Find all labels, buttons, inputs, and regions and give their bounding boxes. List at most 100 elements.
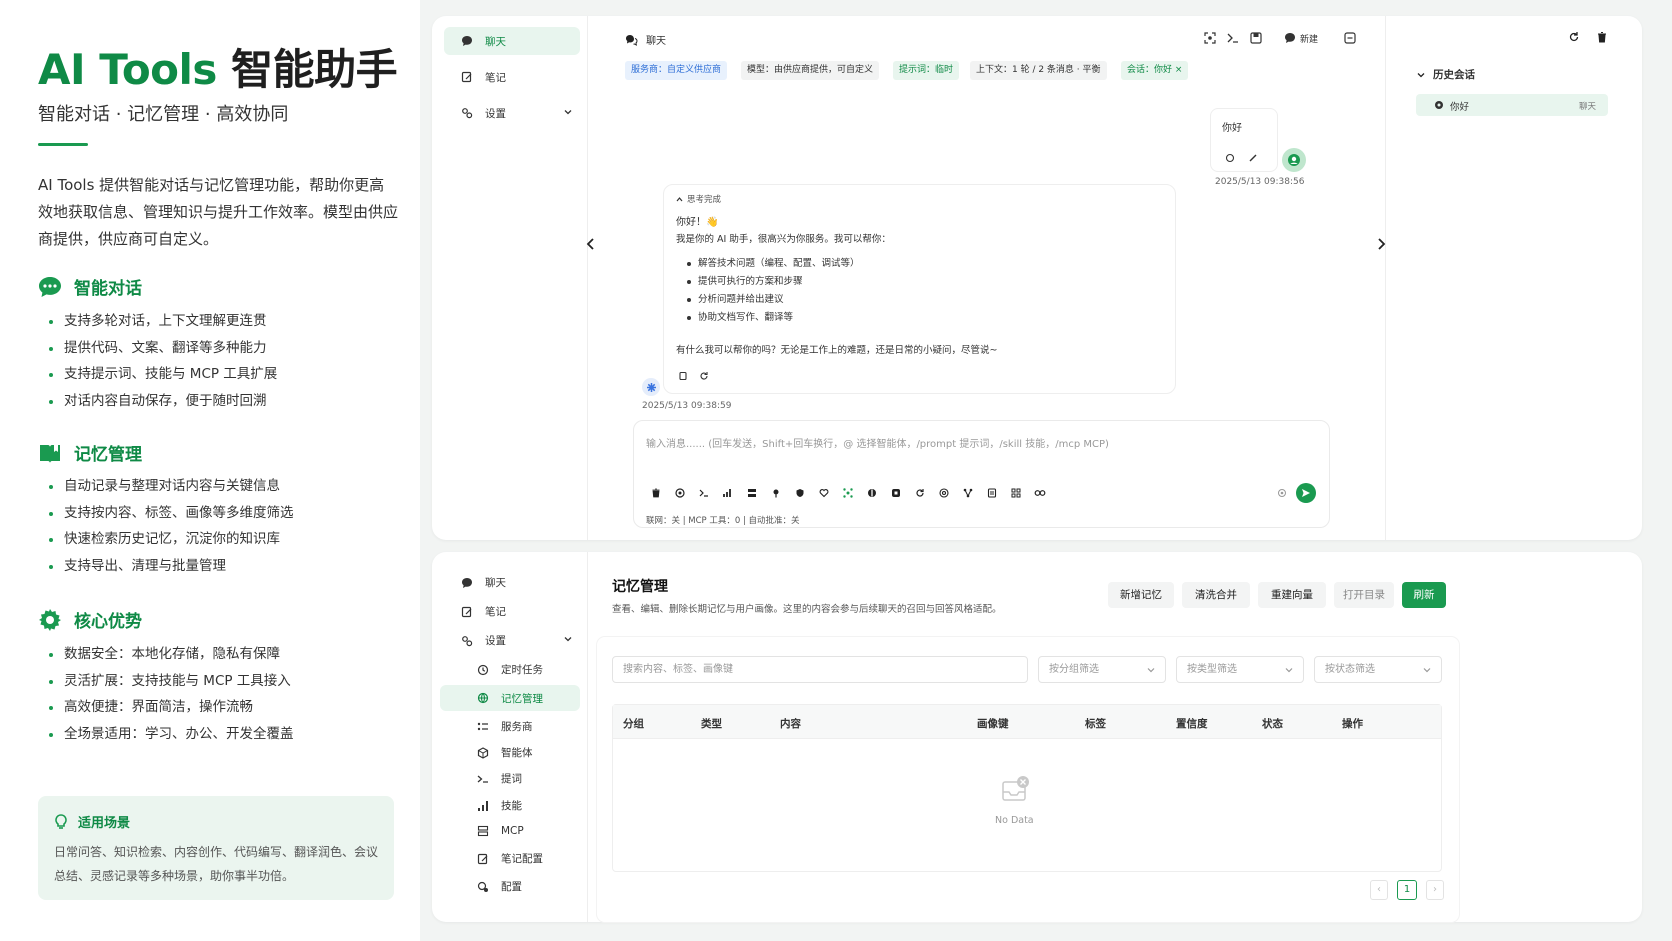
toggle-icon[interactable] bbox=[866, 487, 878, 499]
refresh-icon[interactable] bbox=[914, 487, 926, 499]
nav-settings[interactable]: 设置 bbox=[460, 106, 572, 120]
status-line: 联网：关 | MCP 工具：0 | 自动批准：关 bbox=[646, 516, 800, 526]
nav-prompt[interactable]: 提词 bbox=[476, 771, 522, 786]
nav-scheduled[interactable]: 定时任务 bbox=[476, 662, 543, 677]
target-icon[interactable] bbox=[938, 487, 950, 499]
nav-memory[interactable]: 记忆管理 bbox=[440, 685, 580, 711]
refresh-icon[interactable] bbox=[1568, 31, 1580, 43]
terminal-button[interactable] bbox=[1227, 30, 1239, 46]
next-page-button[interactable]: › bbox=[1426, 880, 1444, 900]
list-item: 提供可执行的方案和步骤 bbox=[687, 273, 860, 291]
send-button[interactable] bbox=[1296, 483, 1316, 503]
tag-prompt[interactable]: 提示词：临时 bbox=[893, 61, 960, 80]
network-icon[interactable] bbox=[842, 487, 854, 499]
minimize-button[interactable] bbox=[1344, 30, 1356, 46]
group-filter-select[interactable]: 按分组筛选 bbox=[1038, 656, 1166, 683]
new-chat-button[interactable]: 新建 bbox=[1284, 30, 1318, 46]
rebuild-vector-button[interactable]: 重建向量 bbox=[1258, 582, 1326, 608]
message-input-box[interactable]: 输入消息...... (回车发送，Shift+回车换行，@ 选择智能体，/pro… bbox=[633, 420, 1330, 528]
settings-icon bbox=[460, 107, 473, 120]
tag-model[interactable]: 模型：由供应商提供，可自定义 bbox=[741, 61, 880, 80]
status-filter-select[interactable]: 按状态筛选 bbox=[1314, 656, 1442, 683]
nav-note-config[interactable]: 笔记配置 bbox=[476, 851, 543, 866]
nav-mcp[interactable]: MCP bbox=[476, 824, 524, 837]
nav-notes[interactable]: 笔记 bbox=[460, 604, 506, 619]
document-icon[interactable] bbox=[986, 487, 998, 499]
settings-dot-icon[interactable] bbox=[1276, 487, 1288, 499]
user-message-time: 2025/5/13 09:38:56 bbox=[1215, 177, 1305, 187]
chevron-right-icon[interactable] bbox=[1376, 238, 1386, 250]
copy-icon[interactable] bbox=[1225, 153, 1235, 163]
clean-merge-button[interactable]: 清洗合并 bbox=[1182, 582, 1250, 608]
stop-icon[interactable] bbox=[890, 487, 902, 499]
search-input[interactable]: 搜索内容、标签、画像键 bbox=[612, 656, 1028, 683]
add-memory-button[interactable]: 新增记忆 bbox=[1108, 582, 1174, 608]
list-item: 协助文档写作、翻译等 bbox=[687, 309, 860, 327]
type-filter-select[interactable]: 按类型筛选 bbox=[1176, 656, 1304, 683]
close-icon[interactable]: × bbox=[1175, 65, 1183, 75]
ai-intro: 我是你的 AI 助手，很高兴为你服务。我可以帮你： bbox=[676, 234, 891, 245]
chevron-left-icon[interactable] bbox=[586, 238, 596, 250]
regenerate-icon[interactable] bbox=[699, 371, 709, 381]
ai-capability-list: 解答技术问题（编程、配置、调试等） 提供可执行的方案和步骤 分析问题并给出建议 … bbox=[687, 255, 860, 327]
nav-provider[interactable]: 服务商 bbox=[476, 719, 533, 734]
memory-title: 记忆管理 bbox=[612, 579, 668, 595]
heart-icon[interactable] bbox=[818, 487, 830, 499]
scan-button[interactable] bbox=[1204, 30, 1216, 46]
user-icon bbox=[1288, 154, 1300, 166]
edit-icon[interactable] bbox=[1248, 153, 1258, 163]
column-header: 类型 bbox=[701, 718, 722, 730]
chart-icon[interactable] bbox=[722, 487, 734, 499]
nav-divider bbox=[587, 552, 588, 922]
nav-chat[interactable]: 聊天 bbox=[444, 27, 580, 55]
chevron-down-icon bbox=[564, 108, 572, 116]
nav-chat[interactable]: 聊天 bbox=[460, 575, 506, 590]
nodes-icon[interactable] bbox=[962, 487, 974, 499]
grid-icon[interactable] bbox=[1010, 487, 1022, 499]
open-directory-button[interactable]: 打开目录 bbox=[1334, 582, 1394, 608]
tag-context[interactable]: 上下文：1 轮 / 2 条消息 · 平衡 bbox=[970, 61, 1107, 80]
terminal-icon[interactable] bbox=[698, 487, 710, 499]
page-1-button[interactable]: 1 bbox=[1397, 880, 1417, 900]
history-heading[interactable]: 历史会话 bbox=[1417, 67, 1475, 82]
ai-message-bubble: 思考完成 你好！👋 我是你的 AI 助手，很高兴为你服务。我可以帮你： 解答技术… bbox=[663, 184, 1176, 394]
page-subtitle: 智能对话 · 记忆管理 · 高效协同 bbox=[38, 104, 289, 125]
nav-settings[interactable]: 设置 bbox=[460, 633, 572, 648]
agent-icon[interactable] bbox=[674, 487, 686, 499]
server-icon[interactable] bbox=[746, 487, 758, 499]
nav-agent[interactable]: 智能体 bbox=[476, 745, 533, 760]
intro-description: AI Tools 提供智能对话与记忆管理功能，帮助你更高效地获取信息、管理知识与… bbox=[38, 176, 399, 248]
trash-icon[interactable] bbox=[1596, 31, 1608, 43]
list-item: 分析问题并给出建议 bbox=[687, 291, 860, 309]
save-button[interactable] bbox=[1250, 30, 1262, 46]
send-icon bbox=[1302, 489, 1310, 497]
message-input[interactable]: 输入消息...... (回车发送，Shift+回车换行，@ 选择智能体，/pro… bbox=[646, 435, 1109, 450]
history-item[interactable]: 你好 聊天 bbox=[1416, 94, 1608, 116]
chevron-down-icon bbox=[564, 635, 572, 643]
server-icon bbox=[476, 824, 489, 837]
scenario-heading: 适用场景 bbox=[54, 812, 130, 831]
note-icon bbox=[460, 71, 473, 84]
column-header: 置信度 bbox=[1176, 718, 1208, 730]
pin-icon[interactable] bbox=[770, 487, 782, 499]
nav-skill[interactable]: 技能 bbox=[476, 798, 522, 813]
nav-config[interactable]: 配置 bbox=[476, 879, 522, 894]
refresh-button[interactable]: 刷新 bbox=[1402, 582, 1446, 608]
tag-session[interactable]: 会话：你好 × bbox=[1121, 61, 1189, 80]
gear-icon bbox=[38, 608, 62, 632]
chat-bubble-icon bbox=[38, 275, 62, 299]
column-header: 内容 bbox=[780, 718, 801, 730]
prev-page-button[interactable]: ‹ bbox=[1370, 880, 1388, 900]
trash-icon[interactable] bbox=[650, 487, 662, 499]
list-item: 支持多轮对话，上下文理解更连贯 bbox=[48, 308, 277, 335]
list-item: 数据安全：本地化存储，隐私有保障 bbox=[48, 641, 294, 668]
link-icon[interactable] bbox=[1034, 487, 1046, 499]
tag-provider[interactable]: 服务商：自定义供应商 bbox=[625, 61, 728, 80]
chat-icon bbox=[625, 34, 638, 46]
memory-feature-list: 自动记录与整理对话内容与关键信息 支持按内容、标签、画像等多维度筛选 快速检索历… bbox=[48, 473, 294, 580]
history-item-type: 聊天 bbox=[1578, 102, 1596, 112]
thinking-toggle[interactable]: 思考完成 bbox=[676, 193, 721, 205]
shield-icon[interactable] bbox=[794, 487, 806, 499]
nav-notes[interactable]: 笔记 bbox=[460, 70, 506, 84]
copy-icon[interactable] bbox=[678, 371, 688, 381]
